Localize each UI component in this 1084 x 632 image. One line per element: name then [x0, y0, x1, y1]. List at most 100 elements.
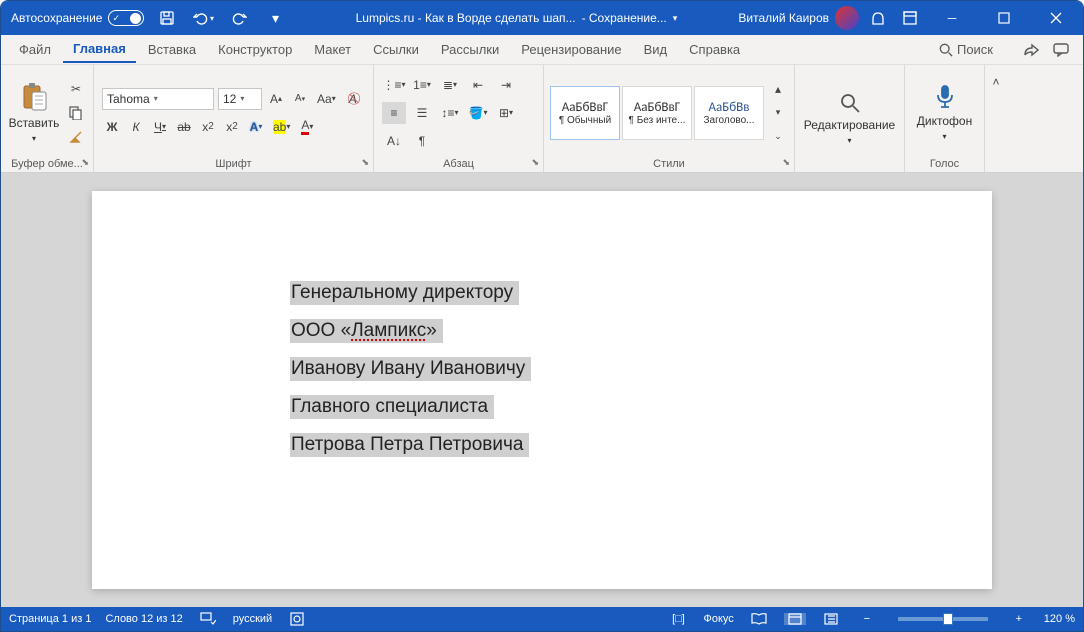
styles-group-label: Стили	[653, 158, 685, 170]
read-mode-icon[interactable]	[748, 613, 770, 625]
strike-button[interactable]: ab	[174, 116, 194, 138]
focus-label[interactable]: Фокус	[704, 613, 734, 625]
document-area[interactable]: Генеральному директору ООО «Лампикс» Ива…	[1, 173, 1083, 607]
show-marks-icon[interactable]: ¶	[410, 130, 434, 152]
font-name-combo[interactable]: Tahoma▾	[102, 88, 214, 110]
spellcheck-icon[interactable]	[197, 612, 219, 626]
group-clipboard: Вставить ▾ ✂ Буфер обме... ⬊	[1, 65, 94, 172]
styles-up-icon[interactable]: ▴	[768, 78, 788, 100]
minimize-button[interactable]: ─	[929, 1, 975, 35]
cut-icon[interactable]: ✂	[65, 80, 87, 98]
bullets-icon[interactable]: ⋮≡▾	[382, 74, 406, 96]
decrease-indent-icon[interactable]: ⇤	[466, 74, 490, 96]
menu-bar: Файл Главная Вставка Конструктор Макет С…	[1, 35, 1083, 65]
redo-icon[interactable]	[226, 5, 252, 31]
tab-review[interactable]: Рецензирование	[511, 37, 631, 62]
highlight-icon[interactable]: ab▾	[270, 116, 293, 138]
style-normal[interactable]: АаБбВвГ¶ Обычный	[550, 86, 620, 140]
clipboard-launcher-icon[interactable]: ⬊	[81, 157, 89, 168]
status-words[interactable]: Слово 12 из 12	[105, 613, 182, 625]
styles-down-icon[interactable]: ▾	[768, 102, 788, 124]
zoom-out-icon[interactable]: −	[856, 613, 878, 625]
copy-icon[interactable]	[65, 104, 87, 122]
shading-icon[interactable]: 🪣▾	[466, 102, 490, 124]
change-case-icon[interactable]: Aa▾	[314, 88, 339, 110]
web-layout-icon[interactable]	[820, 613, 842, 625]
doc-line-1[interactable]: Генеральному директору	[290, 281, 519, 305]
tab-mailings[interactable]: Рассылки	[431, 37, 509, 62]
comments-icon[interactable]	[1047, 38, 1075, 62]
avatar[interactable]	[835, 6, 859, 30]
collapse-ribbon-icon[interactable]: ˄	[986, 71, 1006, 93]
multilevel-icon[interactable]: ≣▾	[438, 74, 462, 96]
tab-help[interactable]: Справка	[679, 37, 750, 62]
maximize-button[interactable]	[981, 1, 1027, 35]
paste-button[interactable]: Вставить ▾	[7, 73, 61, 153]
editing-label: Редактирование	[804, 118, 895, 132]
sort-icon[interactable]: A↓	[382, 130, 406, 152]
font-size-combo[interactable]: 12▾	[218, 88, 262, 110]
close-button[interactable]	[1033, 1, 1079, 35]
shrink-font-icon[interactable]: A▾	[290, 88, 310, 110]
editing-button[interactable]: Редактирование ▾	[823, 79, 877, 159]
styles-more-icon[interactable]: ⌄	[768, 126, 788, 148]
doc-line-3[interactable]: Иванову Ивану Ивановичу	[290, 357, 531, 381]
print-layout-icon[interactable]	[784, 613, 806, 625]
para-group-label: Абзац	[443, 158, 474, 170]
doc-line-5[interactable]: Петрова Петра Петровича	[290, 433, 529, 457]
zoom-value[interactable]: 120 %	[1044, 613, 1075, 625]
app-window: Автосохранение ✓ ▾ ▾ Lumpics.ru - Как в …	[0, 0, 1084, 632]
clear-format-icon[interactable]: A⃠	[343, 88, 363, 110]
qat-dropdown-icon[interactable]: ▾	[262, 5, 288, 31]
subscript-button[interactable]: x2	[198, 116, 218, 138]
tab-design[interactable]: Конструктор	[208, 37, 302, 62]
bold-button[interactable]: Ж	[102, 116, 122, 138]
style-nospacing[interactable]: АаБбВвГ¶ Без инте...	[622, 86, 692, 140]
tab-view[interactable]: Вид	[634, 37, 678, 62]
para-launcher-icon[interactable]: ⬊	[531, 157, 539, 168]
focus-mode-icon[interactable]: [□]	[668, 613, 690, 625]
format-painter-icon[interactable]	[65, 128, 87, 146]
share-icon[interactable]	[1017, 38, 1045, 62]
italic-button[interactable]: К	[126, 116, 146, 138]
page[interactable]: Генеральному директору ООО «Лампикс» Ива…	[92, 191, 992, 589]
underline-button[interactable]: Ч▾	[150, 116, 170, 138]
status-language[interactable]: русский	[233, 613, 272, 625]
dictate-button[interactable]: Диктофон ▾	[918, 73, 972, 153]
style-heading1[interactable]: АаБбВвЗаголово...	[694, 86, 764, 140]
font-color-icon[interactable]: A▾	[297, 116, 317, 138]
user-name: Виталий Каиров	[738, 11, 829, 25]
styles-launcher-icon[interactable]: ⬊	[782, 157, 790, 168]
increase-indent-icon[interactable]: ⇥	[494, 74, 518, 96]
line-spacing-icon[interactable]: ↕≡▾	[438, 102, 462, 124]
numbering-icon[interactable]: 1≡▾	[410, 74, 434, 96]
align-center-icon[interactable]: ☰	[410, 102, 434, 124]
zoom-in-icon[interactable]: +	[1008, 613, 1030, 625]
font-launcher-icon[interactable]: ⬊	[361, 157, 369, 168]
tab-insert[interactable]: Вставка	[138, 37, 206, 62]
text-effects-icon[interactable]: A▾	[246, 116, 266, 138]
search-box[interactable]: Поиск	[939, 42, 993, 57]
borders-icon[interactable]: ⊞▾	[494, 102, 518, 124]
tab-layout[interactable]: Макет	[304, 37, 361, 62]
grow-font-icon[interactable]: A▴	[266, 88, 286, 110]
ribbon-display-icon[interactable]	[897, 5, 923, 31]
doc-line-4[interactable]: Главного специалиста	[290, 395, 494, 419]
group-editing: Редактирование ▾	[795, 65, 905, 172]
autosave-toggle[interactable]: Автосохранение ✓	[11, 10, 144, 26]
superscript-button[interactable]: x2	[222, 116, 242, 138]
undo-icon[interactable]: ▾	[190, 5, 216, 31]
dictate-label: Диктофон	[917, 114, 972, 128]
status-page[interactable]: Страница 1 из 1	[9, 613, 91, 625]
doc-title: Lumpics.ru - Как в Ворде сделать шап...	[356, 11, 576, 25]
doc-line-2[interactable]: ООО «Лампикс»	[290, 319, 443, 343]
tab-file[interactable]: Файл	[9, 37, 61, 62]
tab-references[interactable]: Ссылки	[363, 37, 429, 62]
save-icon[interactable]	[154, 5, 180, 31]
zoom-slider[interactable]	[898, 617, 988, 621]
tab-home[interactable]: Главная	[63, 36, 136, 63]
align-left-icon[interactable]: ≡	[382, 102, 406, 124]
ribbon: Вставить ▾ ✂ Буфер обме... ⬊ Tahoma▾ 12▾	[1, 65, 1083, 173]
macro-icon[interactable]	[286, 612, 308, 626]
coming-soon-icon[interactable]	[865, 5, 891, 31]
